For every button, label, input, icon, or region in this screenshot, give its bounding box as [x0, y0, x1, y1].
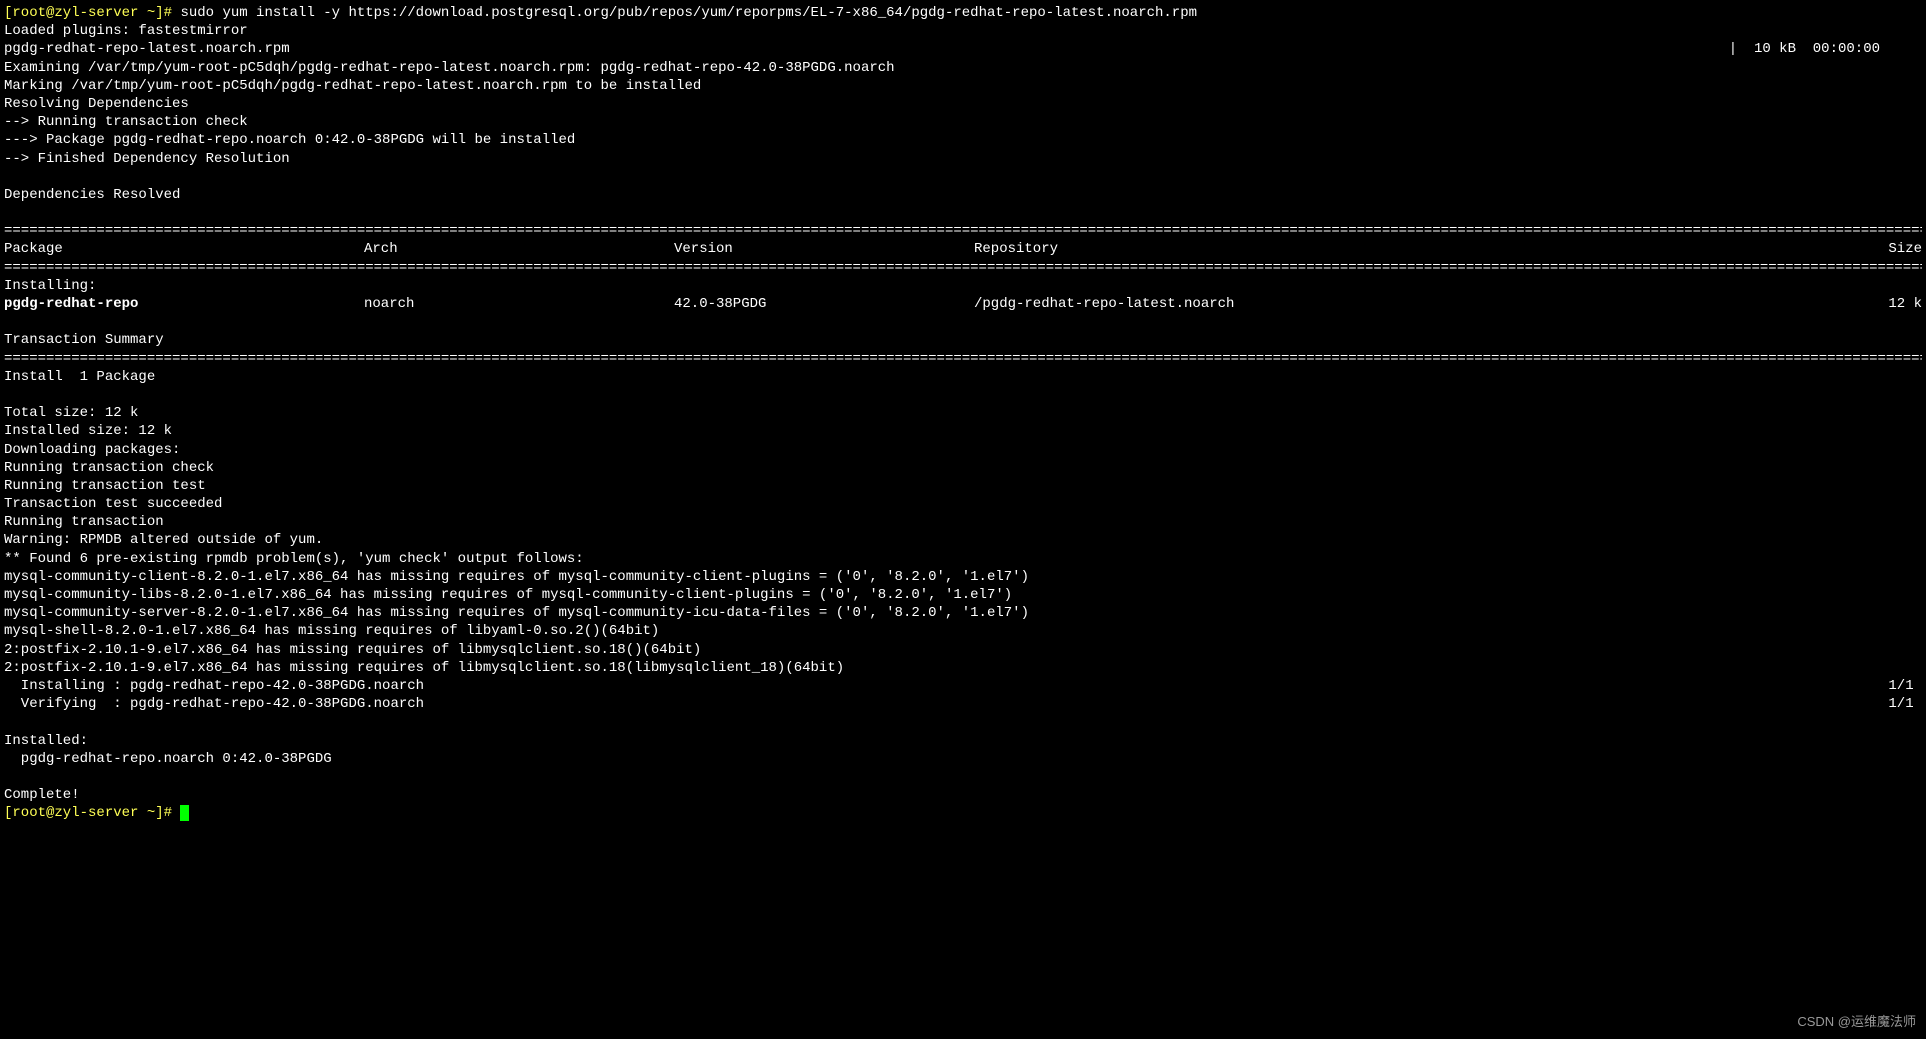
header-arch: Arch: [364, 240, 674, 258]
divider-line: ========================================…: [4, 259, 1922, 277]
header-package: Package: [4, 240, 364, 258]
header-size: Size: [1842, 240, 1922, 258]
installing-progress-line: Installing : pgdg-redhat-repo-42.0-38PGD…: [4, 677, 1922, 695]
output-line: Resolving Dependencies: [4, 95, 1922, 113]
output-line: Install 1 Package: [4, 368, 1922, 386]
output-line: --> Running transaction check: [4, 113, 1922, 131]
blank-line: [4, 386, 1922, 404]
cursor-icon: [180, 805, 189, 821]
divider-line: ========================================…: [4, 222, 1922, 240]
installing-label: Installing:: [4, 277, 1922, 295]
output-line: --> Finished Dependency Resolution: [4, 150, 1922, 168]
output-line: Examining /var/tmp/yum-root-pC5dqh/pgdg-…: [4, 59, 1922, 77]
blank-line: [4, 713, 1922, 731]
typed-command: sudo yum install -y https://download.pos…: [180, 5, 1197, 21]
divider-line: ========================================…: [4, 350, 1922, 368]
cell-size: 12 k: [1842, 295, 1922, 313]
output-line: Running transaction check: [4, 459, 1922, 477]
progress-filename: pgdg-redhat-repo-latest.noarch.rpm: [4, 40, 1729, 58]
terminal-line-prompt2[interactable]: [root@zyl-server ~]#: [4, 804, 1922, 822]
output-line: Warning: RPMDB altered outside of yum.: [4, 531, 1922, 549]
summary-title: Transaction Summary: [4, 331, 1922, 349]
installing-text: Installing : pgdg-redhat-repo-42.0-38PGD…: [4, 677, 424, 695]
output-line: ---> Package pgdg-redhat-repo.noarch 0:4…: [4, 131, 1922, 149]
cell-repo: /pgdg-redhat-repo-latest.noarch: [974, 295, 1842, 313]
watermark-text: CSDN @运维魔法师: [1797, 1014, 1916, 1031]
table-header-row: Package Arch Version Repository Size: [4, 240, 1922, 258]
output-line: Running transaction test: [4, 477, 1922, 495]
terminal-line-prompt1: [root@zyl-server ~]# sudo yum install -y…: [4, 4, 1922, 22]
installing-counter: 1/1: [1888, 677, 1922, 695]
blank-line: [4, 768, 1922, 786]
installed-package: pgdg-redhat-repo.noarch 0:42.0-38PGDG: [4, 750, 1922, 768]
complete-line: Complete!: [4, 786, 1922, 804]
prompt-user-host: [root@zyl-server ~]#: [4, 5, 180, 21]
header-version: Version: [674, 240, 974, 258]
output-line: 2:postfix-2.10.1-9.el7.x86_64 has missin…: [4, 659, 1922, 677]
output-line: 2:postfix-2.10.1-9.el7.x86_64 has missin…: [4, 641, 1922, 659]
blank-line: [4, 313, 1922, 331]
output-line: Installed size: 12 k: [4, 422, 1922, 440]
prompt-user-host: [root@zyl-server ~]#: [4, 805, 180, 821]
output-line: Running transaction: [4, 513, 1922, 531]
output-line: mysql-shell-8.2.0-1.el7.x86_64 has missi…: [4, 622, 1922, 640]
blank-line: [4, 204, 1922, 222]
blank-line: [4, 168, 1922, 186]
verifying-text: Verifying : pgdg-redhat-repo-42.0-38PGDG…: [4, 695, 424, 713]
cell-version: 42.0-38PGDG: [674, 295, 974, 313]
output-line: Transaction test succeeded: [4, 495, 1922, 513]
cell-arch: noarch: [364, 295, 674, 313]
output-line: ** Found 6 pre-existing rpmdb problem(s)…: [4, 550, 1922, 568]
output-line: Downloading packages:: [4, 441, 1922, 459]
output-line: mysql-community-client-8.2.0-1.el7.x86_6…: [4, 568, 1922, 586]
output-line: Loaded plugins: fastestmirror: [4, 22, 1922, 40]
installed-label: Installed:: [4, 732, 1922, 750]
cell-package: pgdg-redhat-repo: [4, 295, 364, 313]
output-line: mysql-community-server-8.2.0-1.el7.x86_6…: [4, 604, 1922, 622]
verifying-progress-line: Verifying : pgdg-redhat-repo-42.0-38PGDG…: [4, 695, 1922, 713]
output-line: Marking /var/tmp/yum-root-pC5dqh/pgdg-re…: [4, 77, 1922, 95]
header-repo: Repository: [974, 240, 1842, 258]
progress-status: | 10 kB 00:00:00: [1729, 40, 1922, 58]
output-line: mysql-community-libs-8.2.0-1.el7.x86_64 …: [4, 586, 1922, 604]
output-progress-line: pgdg-redhat-repo-latest.noarch.rpm | 10 …: [4, 40, 1922, 58]
output-line: Total size: 12 k: [4, 404, 1922, 422]
table-row: pgdg-redhat-repo noarch 42.0-38PGDG /pgd…: [4, 295, 1922, 313]
output-line: Dependencies Resolved: [4, 186, 1922, 204]
verifying-counter: 1/1: [1888, 695, 1922, 713]
